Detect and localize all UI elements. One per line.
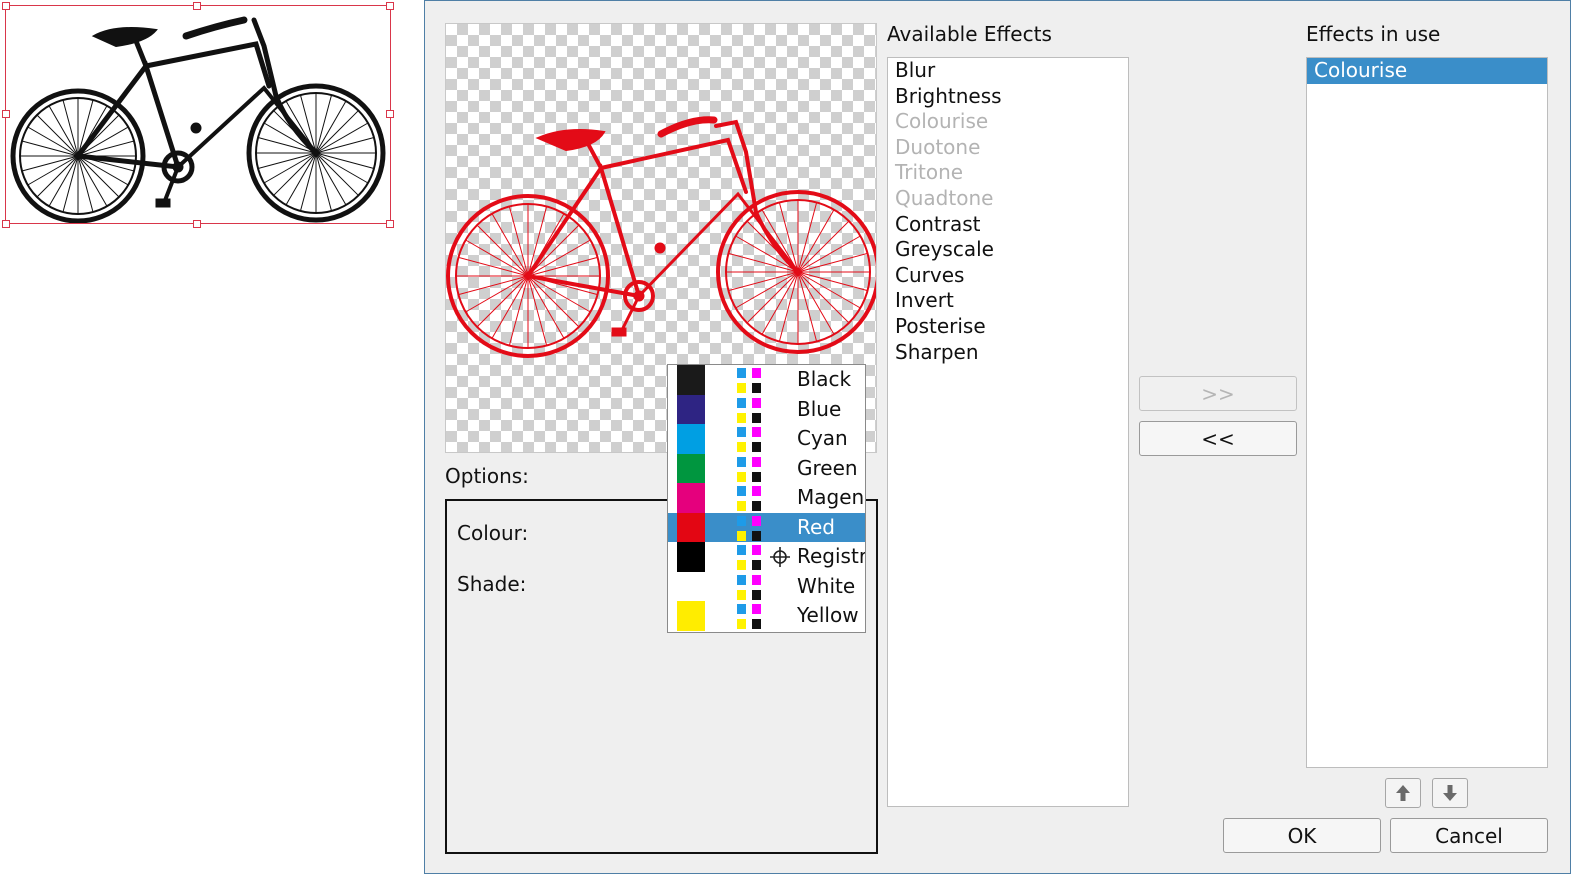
colour-name: White	[797, 573, 856, 598]
resize-handle[interactable]	[386, 220, 394, 228]
colour-option[interactable]: Yellow	[668, 601, 865, 631]
resize-handle[interactable]	[193, 220, 201, 228]
colour-name: Cyan	[797, 426, 848, 450]
resize-handle[interactable]	[2, 2, 10, 10]
colour-option[interactable]: Registr	[668, 542, 865, 572]
effects-in-use-list[interactable]: Colourise	[1306, 57, 1548, 768]
effects-in-use-label: Effects in use	[1306, 22, 1441, 46]
cancel-button[interactable]: Cancel	[1390, 818, 1548, 853]
colour-swatch	[677, 571, 705, 601]
options-label: Options:	[445, 464, 529, 488]
colour-swatch	[677, 394, 705, 424]
cmyk-process-icon	[737, 456, 763, 483]
cmyk-process-icon	[737, 515, 763, 542]
colour-option[interactable]: Green	[668, 453, 865, 483]
ok-button[interactable]: OK	[1223, 818, 1381, 853]
colour-swatch	[677, 512, 705, 542]
resize-handle[interactable]	[2, 110, 10, 118]
image-effects-dialog: Options: Colour: Shade: Available Effect…	[424, 0, 1571, 874]
colour-name: Green	[797, 455, 858, 480]
arrow-down-icon	[1443, 785, 1457, 801]
bicycle-image	[10, 16, 386, 224]
cmyk-process-icon	[737, 368, 763, 394]
resize-handle[interactable]	[386, 2, 394, 10]
available-effect-item: Duotone	[895, 134, 981, 159]
colour-name: Black	[797, 367, 852, 391]
colour-name: Blue	[797, 396, 842, 421]
available-effect-item: Quadtone	[895, 185, 994, 210]
move-down-button[interactable]	[1432, 778, 1468, 808]
available-effect-item[interactable]: Blur	[888, 58, 1128, 84]
cmyk-process-icon	[737, 486, 763, 512]
colour-swatch	[677, 365, 705, 395]
available-effect-item[interactable]: Greyscale	[888, 237, 1128, 263]
document-canvas[interactable]	[0, 0, 425, 888]
available-effect-item[interactable]: Brightness	[888, 84, 1128, 110]
colour-label: Colour:	[457, 521, 529, 545]
colour-swatch	[677, 601, 705, 631]
cmyk-process-icon	[737, 427, 763, 453]
colour-name: Yellow	[797, 603, 859, 627]
available-effect-item[interactable]: Invert	[888, 288, 1128, 314]
resize-handle[interactable]	[2, 220, 10, 228]
available-effect-item: Colourise	[895, 109, 989, 134]
cmyk-process-icon	[737, 574, 763, 601]
available-effect-item: Tritone	[895, 160, 964, 185]
resize-handle[interactable]	[193, 2, 201, 10]
available-effects-list[interactable]: Blur Brightness Colourise Duotone Tritone Qua…	[887, 57, 1129, 807]
arrow-up-icon	[1396, 785, 1410, 801]
colour-option[interactable]: Blue	[668, 394, 865, 424]
remove-effect-button[interactable]: <<	[1139, 421, 1297, 456]
colour-option[interactable]: Cyan	[668, 424, 865, 454]
colour-name: Registr	[797, 544, 866, 568]
colour-swatch	[677, 483, 705, 513]
available-effects-label: Available Effects	[887, 22, 1052, 46]
colour-swatch	[677, 424, 705, 454]
resize-handle[interactable]	[386, 110, 394, 118]
available-effect-item[interactable]: Curves	[888, 263, 1128, 289]
colour-swatch	[677, 542, 705, 572]
cmyk-process-icon	[737, 397, 763, 424]
selected-image-frame[interactable]	[5, 5, 391, 224]
effect-in-use-item[interactable]: Colourise	[1307, 58, 1547, 84]
add-effect-button[interactable]: >>	[1139, 376, 1297, 411]
move-up-button[interactable]	[1385, 778, 1421, 808]
available-effect-item[interactable]: Contrast	[888, 212, 1128, 238]
colour-option[interactable]: Black	[668, 365, 865, 395]
colour-option[interactable]: Magen	[668, 483, 865, 513]
colour-swatch	[677, 453, 705, 483]
registration-mark-icon	[770, 547, 790, 567]
available-effect-item[interactable]: Posterise	[888, 314, 1128, 340]
cmyk-process-icon	[737, 545, 763, 571]
colour-dropdown-popup[interactable]: Black Blue Cyan Green Magen Red Registr White Ye…	[667, 364, 866, 633]
colour-option[interactable]: Red	[668, 512, 865, 542]
colour-option[interactable]: White	[668, 571, 865, 601]
shade-label: Shade:	[457, 572, 527, 596]
colour-name: Magen	[797, 485, 865, 509]
cmyk-process-icon	[737, 604, 763, 630]
colour-name: Red	[797, 514, 835, 539]
available-effect-item[interactable]: Sharpen	[888, 340, 1128, 366]
